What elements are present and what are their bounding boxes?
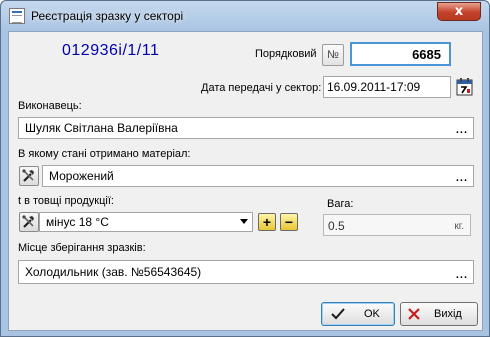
temperature-select[interactable]: мінус 18 °C [39,212,253,232]
executor-field[interactable]: Шуляк Світлана Валеріївна ... [18,117,474,139]
weight-field[interactable]: 0.5 кг. [323,214,471,236]
remove-temperature-button[interactable]: − [280,213,298,231]
chevron-down-icon[interactable] [240,219,248,224]
close-button[interactable]: x [437,2,481,21]
transfer-date-field[interactable]: 16.09.2011-17:09 [323,76,451,98]
title-bar[interactable]: Реєстрація зразку у секторі x [1,1,489,31]
exit-label: Вихід [434,308,462,320]
ordinal-label: Порядковий [255,48,317,60]
dialog-window: Реєстрація зразку у секторі x 012936i/1/… [0,0,490,337]
checkmark-icon [330,306,346,325]
condition-value: Морожений [49,169,114,183]
temperature-label: t в товщі продукції: [18,195,114,207]
calendar-icon[interactable] [455,77,475,97]
ordinal-number-button[interactable]: № [322,44,344,66]
executor-label: Виконавець: [18,100,82,112]
ordinal-number-field[interactable]: 6685 [350,42,451,66]
ok-button[interactable]: OK [321,302,395,326]
storage-label: Місце зберігання зразків: [18,242,146,254]
sample-code: 012936i/1/11 [62,42,160,59]
executor-value: Шуляк Світлана Валеріївна [25,121,178,135]
temperature-selected-value: мінус 18 °C [46,215,109,229]
exit-button[interactable]: Вихід [400,302,478,326]
storage-field[interactable]: Холодильник (зав. №56543645) ... [18,260,474,284]
window-title: Реєстрація зразку у секторі [31,9,184,23]
executor-ellipsis-button[interactable]: ... [456,124,468,136]
app-icon [9,8,25,24]
ok-label: OK [364,308,380,320]
condition-field[interactable]: Морожений ... [42,165,474,187]
storage-value: Холодильник (зав. №56543645) [25,265,202,279]
weight-label: Вага: [327,198,354,210]
transfer-date-label: Дата передачі у сектор: [201,82,322,94]
cross-icon [406,306,422,325]
dialog-body: 012936i/1/11 Порядковий № 6685 Дата пере… [8,31,483,331]
tools-icon[interactable] [19,212,39,232]
weight-value: 0.5 [328,219,345,233]
transfer-date-value: 16.09.2011-17:09 [327,80,421,94]
condition-ellipsis-button[interactable]: ... [456,172,468,184]
storage-ellipsis-button[interactable]: ... [456,269,468,281]
weight-unit: кг. [454,221,464,232]
add-temperature-button[interactable]: + [258,213,276,231]
condition-label: В якому стані отримано матеріал: [18,148,191,160]
tools-icon[interactable] [19,166,39,186]
ordinal-number-value: 6685 [412,47,441,62]
